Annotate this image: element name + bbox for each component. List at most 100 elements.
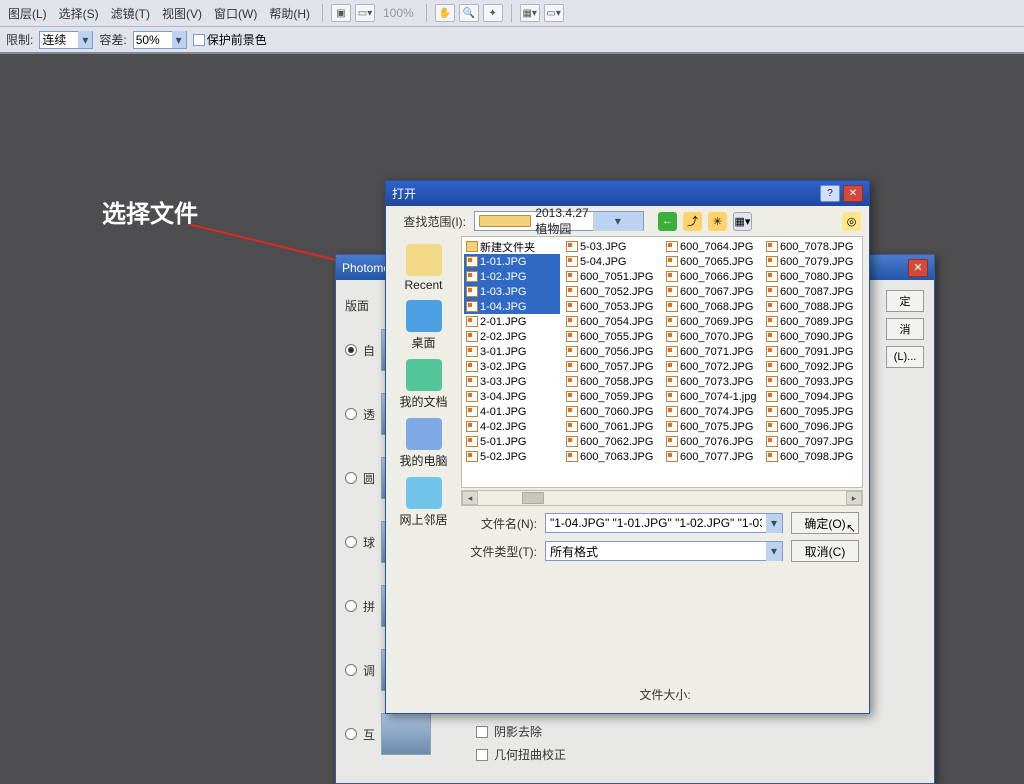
file-item[interactable]: 600_7060.JPG	[564, 404, 660, 419]
hand-tool-icon[interactable]: ✋	[435, 4, 455, 22]
file-item[interactable]: 600_7091.JPG	[764, 344, 860, 359]
file-item[interactable]: 600_7077.JPG	[664, 449, 760, 464]
place-desktop[interactable]: 桌面	[390, 298, 458, 353]
file-item[interactable]: 1-03.JPG	[464, 284, 560, 299]
arrange-icon[interactable]: ▦▾	[520, 4, 540, 22]
file-item[interactable]: 600_7054.JPG	[564, 314, 660, 329]
file-item[interactable]: 600_7066.JPG	[664, 269, 760, 284]
proof-icon[interactable]: ▣	[331, 4, 351, 22]
file-item[interactable]: 600_7059.JPG	[564, 389, 660, 404]
file-item[interactable]: 600_7076.JPG	[664, 434, 760, 449]
file-item[interactable]: 600_7051.JPG	[564, 269, 660, 284]
file-item[interactable]: 600_7088.JPG	[764, 299, 860, 314]
filename-combo[interactable]: ▾	[545, 513, 783, 533]
file-item[interactable]: 3-02.JPG	[464, 359, 560, 374]
up-one-level-icon[interactable]: ⤴	[683, 212, 702, 231]
find-target-icon[interactable]: ◎	[842, 212, 861, 231]
chevron-down-icon[interactable]: ▾	[593, 212, 643, 231]
file-item[interactable]: 1-01.JPG	[464, 254, 560, 269]
view-menu-icon[interactable]: ▦▾	[733, 212, 752, 231]
tolerance-input[interactable]	[134, 32, 172, 48]
file-item[interactable]: 2-01.JPG	[464, 314, 560, 329]
file-item[interactable]: 4-01.JPG	[464, 404, 560, 419]
zoom-tool-icon[interactable]: 🔍	[459, 4, 479, 22]
file-item[interactable]: 600_7080.JPG	[764, 269, 860, 284]
limit-input[interactable]	[40, 32, 78, 48]
file-item[interactable]: 600_7062.JPG	[564, 434, 660, 449]
protect-foreground-checkbox[interactable]: 保护前景色	[193, 31, 267, 48]
scroll-thumb[interactable]	[522, 492, 544, 504]
scroll-left-icon[interactable]: ◂	[462, 491, 478, 505]
menu-select[interactable]: 选择(S)	[55, 3, 103, 24]
file-item[interactable]: 600_7095.JPG	[764, 404, 860, 419]
file-item[interactable]: 5-04.JPG	[564, 254, 660, 269]
file-item[interactable]: 3-01.JPG	[464, 344, 560, 359]
file-item[interactable]: 600_7061.JPG	[564, 419, 660, 434]
file-item[interactable]: 2-02.JPG	[464, 329, 560, 344]
back-icon[interactable]: ←	[658, 212, 677, 231]
vignette-removal-checkbox[interactable]: 阴影去除	[476, 723, 566, 740]
file-item[interactable]: 600_7087.JPG	[764, 284, 860, 299]
file-item[interactable]: 5-01.JPG	[464, 434, 560, 449]
lookin-combo[interactable]: 2013.4.27植物园 ▾	[474, 211, 644, 231]
close-icon[interactable]: ✕	[908, 259, 928, 277]
geometric-distortion-checkbox[interactable]: 几何扭曲校正	[476, 746, 566, 763]
limit-combo[interactable]: ▾	[39, 31, 93, 49]
file-item[interactable]: 1-04.JPG	[464, 299, 560, 314]
file-item[interactable]: 600_7071.JPG	[664, 344, 760, 359]
menu-layer[interactable]: 图层(L)	[4, 3, 51, 24]
menu-filter[interactable]: 滤镜(T)	[107, 3, 154, 24]
chevron-down-icon[interactable]: ▾	[766, 514, 782, 533]
file-item[interactable]: 600_7097.JPG	[764, 434, 860, 449]
menu-window[interactable]: 窗口(W)	[210, 3, 261, 24]
place-my-computer[interactable]: 我的电脑	[390, 416, 458, 471]
place-recent[interactable]: Recent	[390, 242, 458, 294]
file-item[interactable]: 600_7079.JPG	[764, 254, 860, 269]
cancel-button[interactable]: 消	[886, 318, 924, 340]
screen-icon[interactable]: ▭▾	[544, 4, 564, 22]
file-item[interactable]: 600_7057.JPG	[564, 359, 660, 374]
tolerance-combo[interactable]: ▾	[133, 31, 187, 49]
file-item[interactable]: 600_7074-1.jpg	[664, 389, 760, 404]
file-item[interactable]: 600_7055.JPG	[564, 329, 660, 344]
file-item[interactable]: 600_7070.JPG	[664, 329, 760, 344]
help-icon[interactable]: ?	[820, 185, 840, 202]
file-item[interactable]: 600_7094.JPG	[764, 389, 860, 404]
file-item[interactable]: 600_7090.JPG	[764, 329, 860, 344]
new-folder-icon[interactable]: ✳	[708, 212, 727, 231]
zoom-display[interactable]: 100%	[379, 6, 418, 20]
file-item[interactable]: 1-02.JPG	[464, 269, 560, 284]
load-button[interactable]: (L)...	[886, 346, 924, 368]
menu-help[interactable]: 帮助(H)	[265, 3, 314, 24]
file-item[interactable]: 600_7053.JPG	[564, 299, 660, 314]
file-item[interactable]: 600_7074.JPG	[664, 404, 760, 419]
file-item[interactable]: 600_7052.JPG	[564, 284, 660, 299]
file-item[interactable]: 5-03.JPG	[564, 239, 660, 254]
screen-mode-icon[interactable]: ▭▾	[355, 4, 375, 22]
file-item[interactable]: 3-03.JPG	[464, 374, 560, 389]
chevron-down-icon[interactable]: ▾	[172, 31, 186, 48]
file-item[interactable]: 600_7089.JPG	[764, 314, 860, 329]
chevron-down-icon[interactable]: ▾	[78, 31, 92, 48]
file-item[interactable]: 4-02.JPG	[464, 419, 560, 434]
file-item[interactable]: 600_7064.JPG	[664, 239, 760, 254]
scroll-right-icon[interactable]: ▸	[846, 491, 862, 505]
folder-item[interactable]: 新建文件夹	[464, 239, 560, 254]
file-item[interactable]: 600_7092.JPG	[764, 359, 860, 374]
open-cancel-button[interactable]: 取消(C)	[791, 540, 859, 562]
rotate-view-icon[interactable]: ✦	[483, 4, 503, 22]
file-item[interactable]: 600_7072.JPG	[664, 359, 760, 374]
file-item[interactable]: 600_7096.JPG	[764, 419, 860, 434]
place-network[interactable]: 网上邻居	[390, 475, 458, 530]
file-item[interactable]: 600_7058.JPG	[564, 374, 660, 389]
file-item[interactable]: 600_7065.JPG	[664, 254, 760, 269]
filetype-combo[interactable]: ▾	[545, 541, 783, 561]
close-icon[interactable]: ✕	[843, 185, 863, 202]
file-list-pane[interactable]: 新建文件夹5-03.JPG600_7064.JPG600_7078.JPG1-0…	[461, 236, 863, 488]
filename-input[interactable]	[546, 515, 766, 531]
file-item[interactable]: 600_7063.JPG	[564, 449, 660, 464]
file-item[interactable]: 600_7075.JPG	[664, 419, 760, 434]
menu-view[interactable]: 视图(V)	[158, 3, 206, 24]
file-item[interactable]: 3-04.JPG	[464, 389, 560, 404]
place-my-documents[interactable]: 我的文档	[390, 357, 458, 412]
